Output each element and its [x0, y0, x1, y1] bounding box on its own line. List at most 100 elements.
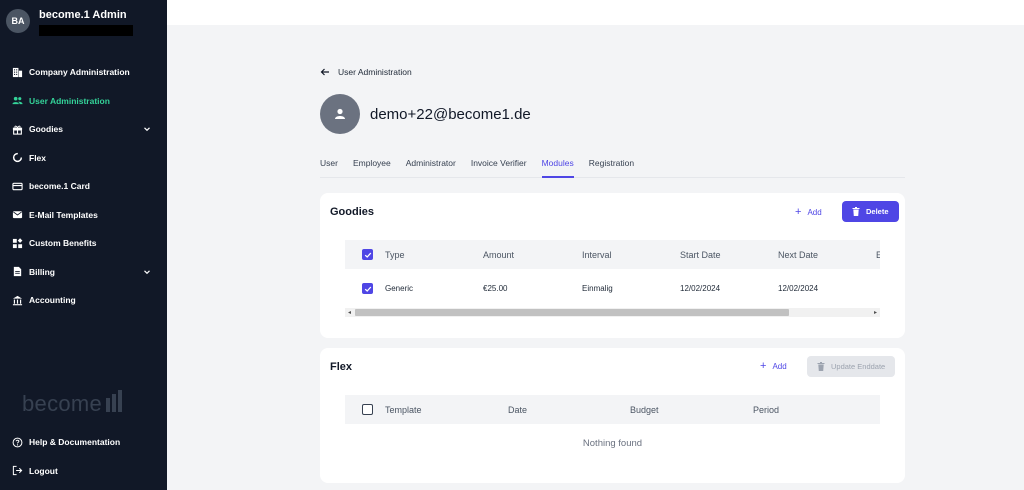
scroll-left-icon[interactable]: ◂: [345, 308, 354, 317]
logout-icon: [12, 465, 23, 476]
add-label: Add: [807, 207, 822, 217]
avatar: BA: [6, 9, 30, 33]
column-header-template[interactable]: Template: [385, 405, 422, 415]
sidebar-item-user-administration[interactable]: User Administration: [0, 87, 167, 116]
sidebar-item-label: Billing: [29, 266, 55, 277]
building-icon: [12, 67, 23, 78]
cell-interval: Einmalig: [582, 284, 613, 293]
top-bar: [167, 0, 1024, 25]
user-name: become.1 Admin: [39, 9, 127, 21]
sidebar-item-logout[interactable]: Logout: [0, 457, 167, 486]
flex-title: Flex: [330, 361, 353, 373]
sidebar-item-label: Goodies: [29, 124, 64, 135]
users-icon: [12, 95, 23, 106]
gift-icon: [12, 124, 23, 135]
sidebar-item-email-templates[interactable]: E-Mail Templates: [0, 201, 167, 230]
plus-icon: +: [795, 206, 802, 218]
sidebar-item-billing[interactable]: Billing: [0, 258, 167, 287]
update-enddate-button[interactable]: Update Enddate: [807, 356, 896, 377]
person-icon: [335, 108, 345, 119]
trash-icon: [817, 362, 825, 371]
redacted-bar: [39, 25, 133, 36]
check-icon: [364, 286, 371, 292]
brand-logo-text: become: [22, 391, 103, 416]
sidebar-item-label: Help & Documentation: [29, 437, 121, 448]
sidebar-item-label: Logout: [29, 465, 58, 476]
envelope-icon: [12, 209, 23, 220]
sidebar-user[interactable]: BA become.1 Admin: [6, 8, 133, 36]
sidebar-item-label: E-Mail Templates: [29, 209, 98, 220]
tab-employee[interactable]: Employee: [353, 150, 391, 178]
sidebar-item-custom-benefits[interactable]: Custom Benefits: [0, 229, 167, 258]
scrollbar-thumb[interactable]: [355, 309, 789, 316]
arrow-left-icon: [320, 68, 329, 76]
update-enddate-label: Update Enddate: [831, 362, 886, 371]
column-header-start-date[interactable]: Start Date: [680, 250, 721, 260]
sidebar-item-flex[interactable]: Flex: [0, 144, 167, 173]
cell-start-date: 12/02/2024: [680, 284, 721, 293]
plus-icon: +: [760, 360, 767, 372]
back-link[interactable]: User Administration: [320, 67, 412, 77]
empty-state: Nothing found: [582, 438, 643, 449]
trash-icon: [852, 207, 860, 216]
table-row[interactable]: Generic €25.00 Einmalig 12/02/2024 12/02…: [345, 269, 880, 309]
user-email: demo+22@become1.de: [370, 105, 531, 123]
sidebar-item-goodies[interactable]: Goodies: [0, 115, 167, 144]
sidebar-item-become1-card[interactable]: become.1 Card: [0, 172, 167, 201]
spinner-icon: [12, 152, 23, 163]
tab-bar: User Employee Administrator Invoice Veri…: [320, 150, 905, 178]
avatar: [320, 94, 360, 134]
select-all-checkbox[interactable]: [362, 249, 373, 260]
chevron-down-icon: [143, 268, 151, 276]
column-header-type[interactable]: Type: [385, 250, 405, 260]
widgets-icon: [12, 237, 23, 249]
help-circle-icon: [12, 437, 23, 448]
sidebar-item-label: Flex: [29, 152, 47, 163]
goodies-delete-button[interactable]: Delete: [842, 201, 899, 222]
goodies-table: Type Amount Interval Start Date Next Dat…: [345, 240, 880, 309]
sidebar-nav: Company Administration User Administrati…: [0, 58, 167, 315]
column-header-date[interactable]: Date: [508, 405, 527, 415]
column-header-budget[interactable]: Budget: [630, 405, 659, 415]
chevron-down-icon: [143, 125, 151, 133]
column-header-amount[interactable]: Amount: [483, 250, 514, 260]
table-header: Type Amount Interval Start Date Next Dat…: [345, 240, 880, 269]
select-all-checkbox[interactable]: [362, 404, 373, 415]
tab-registration[interactable]: Registration: [589, 150, 634, 178]
flex-add-button[interactable]: + Add: [760, 360, 787, 372]
sidebar-bottom-nav: Help & Documentation Logout: [0, 428, 167, 485]
cell-next-date: 12/02/2024: [778, 284, 819, 293]
cell-amount: €25.00: [483, 284, 508, 293]
flex-table: Template Date Budget Period: [345, 395, 880, 424]
table-header: Template Date Budget Period: [345, 395, 880, 424]
tab-administrator[interactable]: Administrator: [406, 150, 456, 178]
flex-card: Flex + Add Update Enddate Template Date …: [320, 348, 905, 483]
sidebar-item-label: Accounting: [29, 295, 76, 306]
column-header-next-date[interactable]: Next Date: [778, 250, 818, 260]
sidebar-item-accounting[interactable]: Accounting: [0, 286, 167, 315]
sidebar-item-label: become.1 Card: [29, 181, 90, 192]
check-icon: [364, 252, 371, 258]
cell-type: Generic: [385, 284, 414, 293]
row-checkbox[interactable]: [362, 283, 373, 294]
bank-icon: [12, 295, 23, 306]
brand-logo: become: [22, 390, 123, 416]
scroll-right-icon[interactable]: ▸: [871, 308, 880, 317]
column-header-interval[interactable]: Interval: [582, 250, 612, 260]
tab-invoice-verifier[interactable]: Invoice Verifier: [471, 150, 527, 178]
sidebar-item-help[interactable]: Help & Documentation: [0, 428, 167, 457]
goodies-card: Goodies + Add Delete Type Amount Interva…: [320, 193, 905, 338]
goodies-add-button[interactable]: + Add: [795, 206, 822, 218]
user-profile-header: demo+22@become1.de: [320, 94, 531, 134]
column-header-period[interactable]: Period: [753, 405, 779, 415]
sidebar-item-label: User Administration: [29, 95, 110, 106]
column-header-truncated[interactable]: E: [876, 250, 880, 260]
tab-modules[interactable]: Modules: [541, 150, 574, 178]
credit-card-icon: [12, 181, 23, 192]
delete-label: Delete: [866, 207, 889, 216]
tab-user[interactable]: User: [320, 150, 338, 178]
horizontal-scrollbar[interactable]: ◂ ▸: [345, 308, 880, 317]
sidebar-item-company-administration[interactable]: Company Administration: [0, 58, 167, 87]
sidebar-item-label: Company Administration: [29, 67, 130, 78]
brand-logo-mark: [104, 390, 123, 412]
